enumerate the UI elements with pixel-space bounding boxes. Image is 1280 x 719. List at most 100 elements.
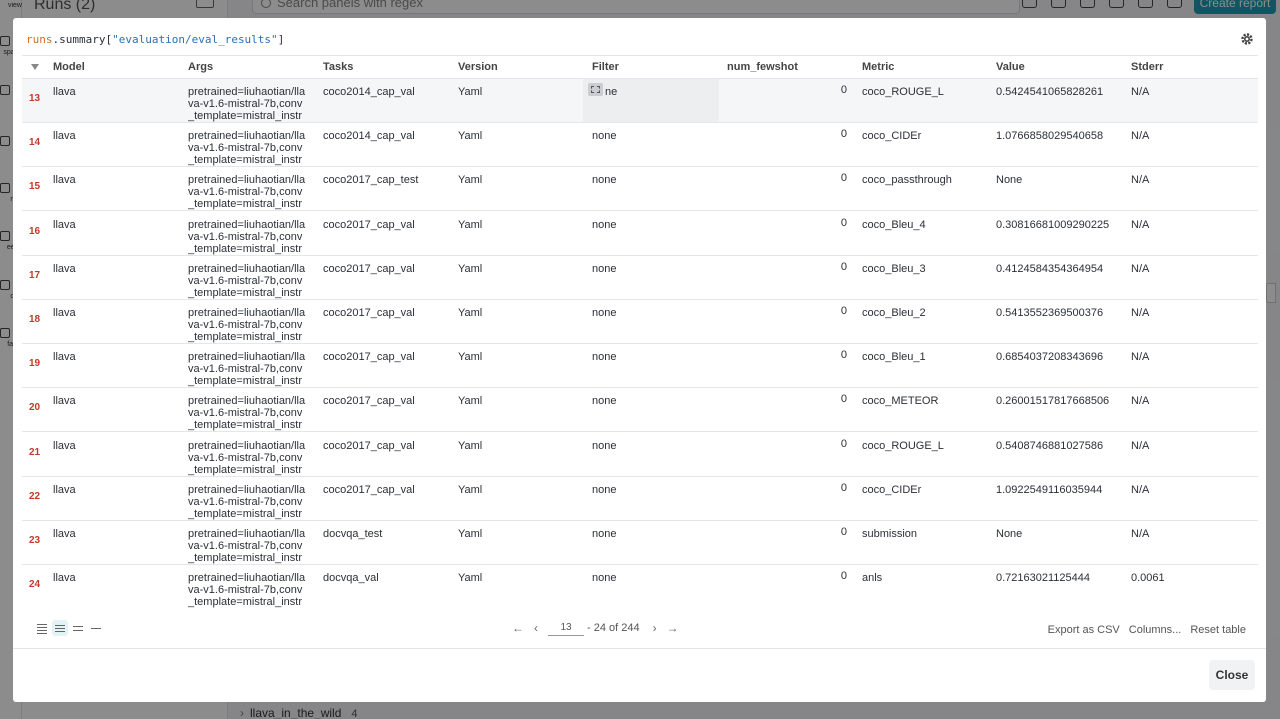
cell-stderr: N/A (1131, 86, 1150, 98)
cell-tasks: coco2017_cap_val (323, 351, 415, 364)
cell-num-fewshot: 0 (840, 84, 847, 96)
cell-model: llava (53, 130, 76, 143)
export-csv-button[interactable]: Export as CSV (1048, 624, 1120, 636)
column-header-tasks[interactable]: Tasks (323, 56, 353, 79)
column-header-num-fewshot[interactable]: num_fewshot (727, 56, 798, 79)
cell-stderr: N/A (1131, 174, 1150, 187)
selected-cell-highlight (583, 79, 719, 122)
cell-num-fewshot: 0 (840, 128, 847, 141)
cell-tasks: coco2014_cap_val (323, 86, 415, 98)
cell-args: pretrained=liuhaotian/llava-v1.6-mistral… (188, 307, 306, 343)
cell-filter: none (592, 572, 617, 585)
column-header-filter[interactable]: Filter (592, 56, 619, 79)
cell-args: pretrained=liuhaotian/llava-v1.6-mistral… (188, 86, 306, 122)
cell-model: llava (53, 483, 76, 496)
row-index: 18 (29, 314, 41, 325)
cell-value: 0.72163021125444 (996, 572, 1091, 585)
cell-metric: coco_CIDEr (862, 483, 922, 496)
cell-metric: coco_passthrough (862, 174, 952, 187)
cell-num-fewshot: 0 (840, 526, 847, 538)
cell-num-fewshot: 0 (840, 437, 847, 450)
table-row[interactable]: 17 llava pretrained=liuhaotian/llava-v1.6-… (22, 256, 1258, 300)
cell-model: llava (53, 174, 76, 187)
page-number-input[interactable] (548, 620, 584, 636)
row-index: 13 (29, 93, 41, 104)
cell-filter: none (592, 218, 617, 231)
cell-metric: coco_Bleu_4 (862, 218, 926, 231)
cell-metric: coco_Bleu_2 (862, 307, 926, 319)
cell-filter: none (592, 439, 617, 452)
density-single-icon[interactable] (88, 620, 104, 636)
cell-metric: coco_CIDEr (862, 130, 922, 143)
cell-value: 0.26001517817668506 (996, 395, 1110, 408)
density-compact-icon[interactable] (34, 620, 50, 636)
density-relaxed-icon[interactable] (70, 620, 86, 636)
cell-filter: ne (605, 86, 618, 98)
cell-version: Yaml (458, 130, 483, 143)
table-row[interactable]: 14 llava pretrained=liuhaotian/llava-v1.6-… (22, 123, 1258, 168)
cell-value: None (996, 528, 1023, 540)
cell-model: llava (53, 262, 76, 275)
next-page-icon[interactable]: › (646, 621, 664, 635)
cell-tasks: coco2017_cap_val (323, 483, 415, 496)
table-row[interactable]: 23 llava pretrained=liuhaotian/llava-v1.6-… (22, 521, 1258, 565)
table-header: Model Args Tasks Version Filter num_fews… (22, 56, 1258, 79)
cell-filter: none (592, 130, 617, 143)
column-header-stderr[interactable]: Stderr (1131, 56, 1163, 79)
cell-value: 0.30816681009290225 (996, 218, 1110, 231)
cell-filter: none (592, 262, 617, 275)
cell-value: 1.0922549116035944 (996, 483, 1103, 496)
last-page-icon[interactable]: → (664, 621, 682, 635)
reset-table-button[interactable]: Reset table (1190, 624, 1246, 636)
cell-filter: none (592, 307, 617, 319)
cell-model: llava (53, 218, 76, 231)
cell-value: 0.4124584354364954 (996, 262, 1104, 275)
columns-button[interactable]: Columns... (1129, 624, 1182, 636)
table-row[interactable]: 22 llava pretrained=liuhaotian/llava-v1.6-… (22, 477, 1258, 521)
cell-args: pretrained=liuhaotian/llava-v1.6-mistral… (188, 572, 306, 608)
column-header-metric[interactable]: Metric (862, 56, 894, 79)
table-row[interactable]: 15 llava pretrained=liuhaotian/llava-v1.6-… (22, 167, 1258, 212)
table-row[interactable]: 24 llava pretrained=liuhaotian/llava-v1.6-… (22, 565, 1258, 608)
column-header-model[interactable]: Model (53, 56, 85, 79)
column-header-value[interactable]: Value (996, 56, 1025, 79)
table-row[interactable]: 18 llava pretrained=liuhaotian/llava-v1.6-… (22, 300, 1258, 344)
cell-args: pretrained=liuhaotian/llava-v1.6-mistral… (188, 174, 306, 211)
column-header-args[interactable]: Args (188, 56, 213, 79)
cell-value: None (996, 174, 1023, 187)
expand-cell-icon[interactable] (588, 83, 603, 96)
table-row[interactable]: 20 llava pretrained=liuhaotian/llava-v1.6-… (22, 388, 1258, 433)
table-row[interactable]: 21 llava pretrained=liuhaotian/llava-v1.6-… (22, 433, 1258, 477)
table-row[interactable]: 13 llava pretrained=liuhaotian/llava-v1.6-… (22, 79, 1258, 123)
density-medium-icon[interactable] (52, 620, 68, 636)
table-row[interactable]: 19 llava pretrained=liuhaotian/llava-v1.6-… (22, 344, 1258, 389)
cell-stderr: N/A (1131, 483, 1150, 496)
cell-stderr: N/A (1131, 395, 1150, 408)
cell-args: pretrained=liuhaotian/llava-v1.6-mistral… (188, 262, 306, 299)
cell-model: llava (53, 572, 76, 585)
cell-tasks: coco2017_cap_val (323, 395, 415, 408)
first-page-icon[interactable]: ← (509, 621, 527, 635)
divider (13, 648, 1266, 649)
cell-value: 0.5408746881027586 (996, 439, 1104, 452)
close-button[interactable]: Close (1209, 660, 1255, 690)
cell-model: llava (53, 351, 76, 364)
cell-version: Yaml (458, 439, 483, 452)
gear-icon[interactable] (1240, 32, 1254, 46)
row-index: 23 (29, 535, 41, 546)
cell-filter: none (592, 483, 617, 496)
results-table: Model Args Tasks Version Filter num_fews… (22, 55, 1258, 608)
row-index: 16 (29, 225, 41, 237)
table-row[interactable]: 16 llava pretrained=liuhaotian/llava-v1.6-… (22, 212, 1258, 256)
table-actions: Export as CSV Columns... Reset table (1048, 624, 1246, 636)
cell-args: pretrained=liuhaotian/llava-v1.6-mistral… (188, 395, 306, 432)
cell-value: 0.6854037208343696 (996, 351, 1104, 364)
cell-metric: coco_ROUGE_L (862, 86, 944, 98)
cell-version: Yaml (458, 86, 483, 98)
prev-page-icon[interactable]: ‹ (527, 621, 545, 635)
cell-metric: coco_METEOR (862, 395, 939, 408)
filter-icon[interactable] (31, 64, 39, 70)
cell-stderr: N/A (1131, 528, 1150, 540)
cell-metric: submission (862, 528, 918, 540)
column-header-version[interactable]: Version (458, 56, 498, 79)
